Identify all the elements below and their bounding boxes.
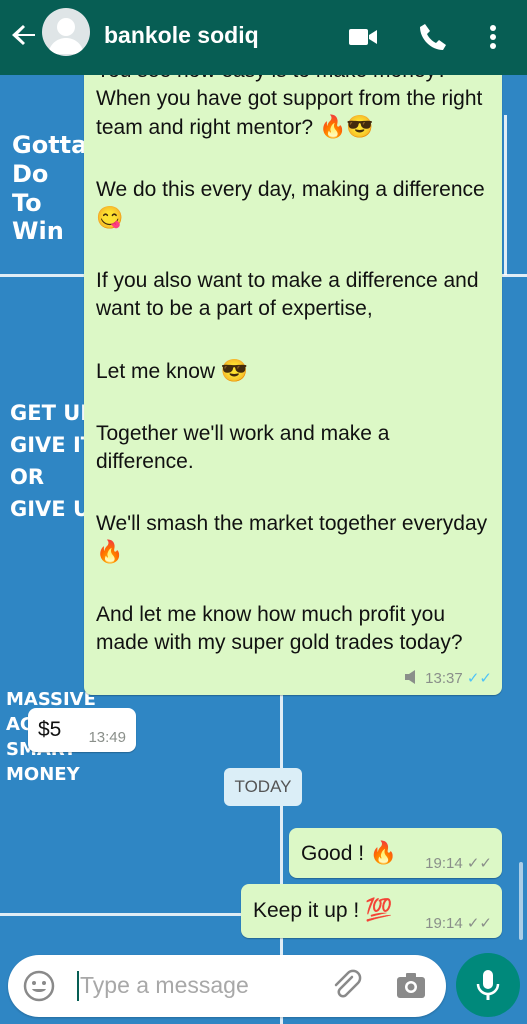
message-time: 13:37 — [425, 669, 463, 687]
wallpaper-line — [504, 115, 507, 275]
mic-button[interactable] — [456, 953, 520, 1017]
avatar[interactable] — [42, 8, 90, 56]
text-caret — [77, 971, 79, 1001]
message-input[interactable]: Type a message — [80, 972, 249, 999]
video-call-icon[interactable] — [346, 20, 380, 54]
chat-scrollbar[interactable] — [519, 862, 523, 940]
message-bubble-outgoing[interactable]: You see how easy is to make money? When … — [84, 40, 502, 695]
message-meta: 19:14 ✓✓ — [425, 914, 492, 932]
message-meta: 19:14 ✓✓ — [425, 854, 492, 872]
fire-emoji-icon: 🔥 — [369, 840, 398, 865]
camera-icon[interactable] — [394, 969, 428, 1008]
message-text: $5 — [38, 718, 62, 741]
delivered-ticks-icon: ✓✓ — [466, 855, 492, 872]
wallpaper-text-gotta-do-to-win: Gotta Do To Win — [12, 131, 88, 246]
date-divider: TODAY — [224, 768, 302, 806]
message-paragraph: We'll smash the market together everyday… — [96, 512, 488, 564]
sunglasses-emoji-icon: 😎 — [220, 358, 249, 383]
message-paragraph: If you also want to make a difference an… — [96, 269, 479, 320]
yum-emoji-icon: 😋 — [96, 205, 124, 230]
phone-icon[interactable] — [416, 20, 450, 54]
message-paragraph: Let me know 😎 — [96, 358, 249, 383]
chat-header: bankole sodiq — [0, 0, 527, 75]
attach-icon[interactable] — [330, 969, 364, 1008]
contact-name[interactable]: bankole sodiq — [104, 22, 259, 49]
mic-icon — [471, 967, 505, 1008]
message-paragraph: And let me know how much profit you made… — [96, 603, 463, 654]
message-bubble-incoming[interactable]: $5 13:49 — [28, 708, 136, 752]
read-ticks-icon: ✓✓ — [466, 669, 492, 687]
hundred-points-emoji-icon: 💯 — [365, 897, 393, 922]
message-input-bar: Type a message — [8, 955, 446, 1017]
fire-emoji-icon: 🔥 — [96, 539, 124, 564]
message-bubble-outgoing[interactable]: Good ! 🔥 19:14 ✓✓ — [289, 828, 502, 878]
emoji-icon[interactable] — [22, 969, 56, 1008]
broadcast-icon — [403, 669, 421, 689]
wallpaper-line — [0, 913, 280, 916]
message-time: 19:14 — [425, 915, 463, 932]
message-paragraph: When you have got support from the right… — [96, 87, 483, 139]
message-time: 19:14 — [425, 855, 463, 872]
message-text: Good ! 🔥 — [301, 840, 398, 865]
message-paragraph: We do this every day, making a differenc… — [96, 178, 485, 230]
message-text: You see how easy is to make money? When … — [96, 57, 492, 657]
message-bubble-outgoing[interactable]: Keep it up ! 💯 19:14 ✓✓ — [241, 884, 502, 938]
message-time: 13:49 — [88, 729, 126, 746]
more-options-icon[interactable] — [478, 20, 508, 54]
delivered-ticks-icon: ✓✓ — [466, 915, 492, 932]
message-paragraph: Together we'll work and make a differenc… — [96, 422, 390, 473]
fire-sunglasses-emoji-icon: 🔥😎 — [318, 114, 374, 139]
back-arrow-icon[interactable] — [8, 18, 42, 52]
message-text: Keep it up ! 💯 — [253, 897, 393, 922]
message-meta: 13:37 ✓✓ — [403, 669, 492, 689]
